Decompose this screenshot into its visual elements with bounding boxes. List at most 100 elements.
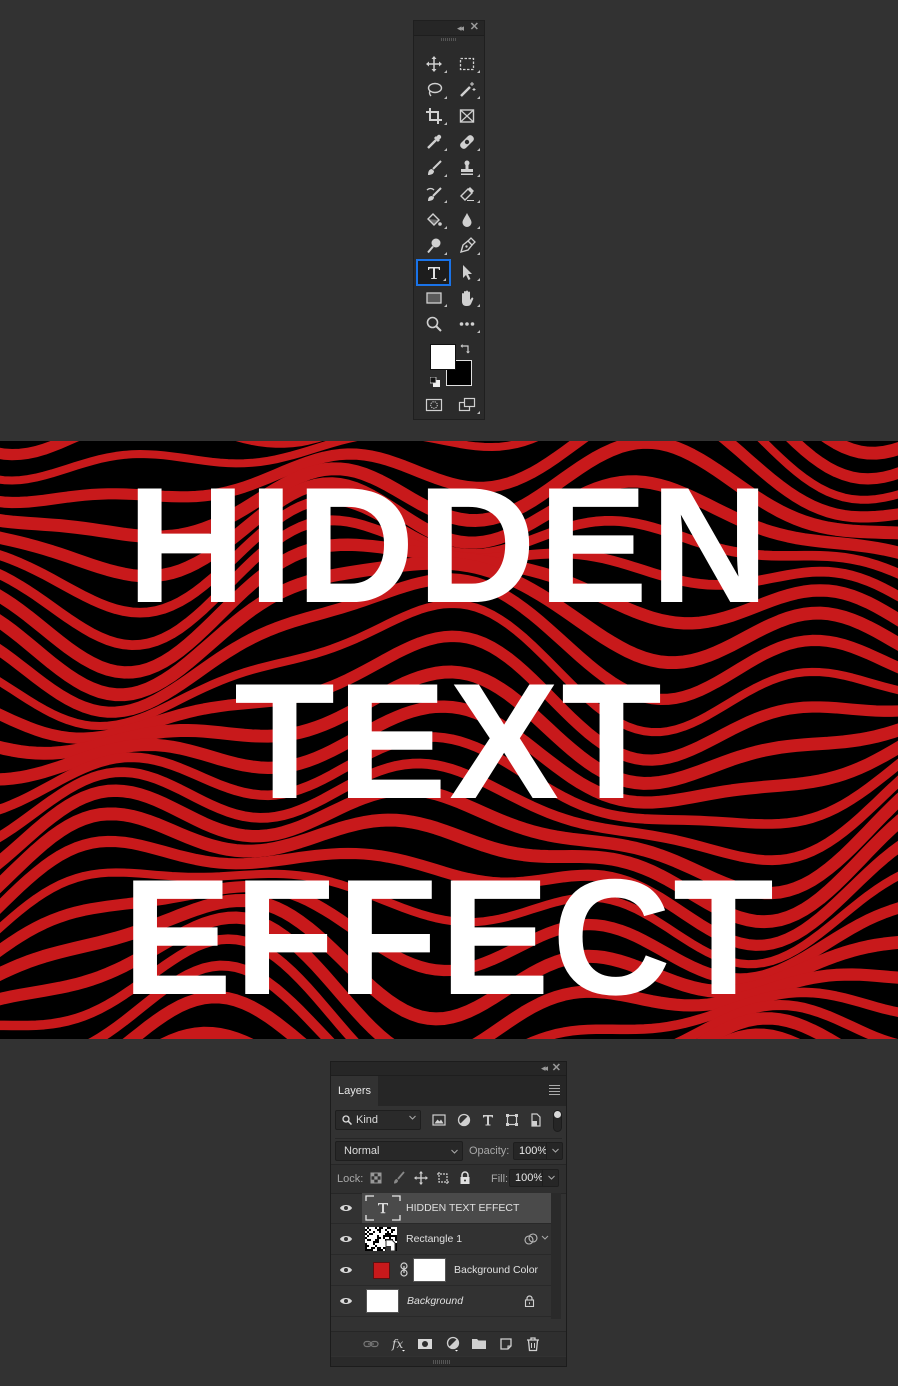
shape-filter-icon[interactable]: [504, 1112, 520, 1128]
panel-menu-icon[interactable]: [549, 1085, 560, 1095]
blend-mode-select[interactable]: Normal: [335, 1141, 463, 1161]
fx-icon[interactable]: fx: [391, 1336, 407, 1352]
submenu-indicator: [444, 148, 447, 151]
visibility-toggle[interactable]: [331, 1224, 361, 1254]
lock-transparent-pixels-icon[interactable]: [369, 1171, 383, 1185]
path-selection-tool[interactable]: [451, 260, 483, 284]
brush-tool[interactable]: [418, 156, 450, 180]
layers-scrollbar[interactable]: [551, 1193, 561, 1319]
lock-icon: [524, 1295, 535, 1307]
submenu-indicator: [444, 96, 447, 99]
zoom-tool[interactable]: [418, 312, 450, 336]
frame-tool[interactable]: [451, 104, 483, 128]
lasso-tool[interactable]: [418, 78, 450, 102]
visibility-toggle[interactable]: [331, 1286, 361, 1316]
type-tool[interactable]: [416, 259, 451, 286]
lock-image-pixels-icon[interactable]: [392, 1171, 406, 1185]
field-divider: [542, 1170, 543, 1186]
layer-main[interactable]: Background: [362, 1286, 551, 1316]
submenu-indicator: [477, 252, 480, 255]
layer-row-fill[interactable]: Background Color: [331, 1255, 551, 1286]
tab-layers[interactable]: Layers: [331, 1076, 378, 1106]
text-layer-thumbnail: [365, 1195, 401, 1221]
hand-tool[interactable]: [451, 286, 483, 310]
pixel-filter-icon[interactable]: [431, 1112, 447, 1128]
move-tool[interactable]: [418, 52, 450, 76]
lock-position-icon[interactable]: [414, 1171, 428, 1185]
eraser-tool[interactable]: [451, 182, 483, 206]
drag-grip[interactable]: [441, 38, 457, 41]
history-brush-icon: [426, 187, 442, 201]
lasso-icon: [427, 82, 443, 97]
marquee-icon: [459, 57, 475, 71]
lock-all-icon[interactable]: [458, 1171, 472, 1185]
close-icon[interactable]: ✕: [552, 1062, 561, 1074]
layer-effects-icon[interactable]: [524, 1232, 538, 1246]
edit-toolbar[interactable]: [451, 312, 483, 336]
rectangular-marquee-tool[interactable]: [451, 52, 483, 76]
clone-stamp-tool[interactable]: [451, 156, 483, 180]
close-icon[interactable]: ✕: [470, 21, 479, 34]
filter-kind-select[interactable]: Kind: [335, 1110, 421, 1130]
layer-main[interactable]: HIDDEN TEXT EFFECT: [362, 1193, 551, 1223]
layers-footer: fx: [331, 1331, 566, 1356]
screen-mode-icon: [458, 397, 476, 412]
layer-mask-thumbnail[interactable]: [413, 1258, 446, 1282]
smart-object-filter-icon[interactable]: [528, 1112, 544, 1128]
eyedropper-tool[interactable]: [418, 130, 450, 154]
screen-mode-button[interactable]: [451, 393, 483, 417]
pen-icon: [459, 237, 476, 254]
panel-resize-grip[interactable]: [331, 1357, 566, 1366]
lock-artboard-icon[interactable]: [436, 1171, 450, 1185]
hand-icon: [462, 290, 474, 306]
visibility-toggle[interactable]: [331, 1193, 361, 1223]
layer-main[interactable]: Rectangle 1: [362, 1224, 551, 1254]
swap-colors-icon[interactable]: [460, 343, 472, 355]
layer-name: Rectangle 1: [406, 1233, 463, 1245]
crop-tool[interactable]: [418, 104, 450, 128]
filter-toggle[interactable]: [553, 1110, 562, 1132]
adjustment-layer-icon[interactable]: [445, 1336, 461, 1352]
submenu-indicator: [444, 174, 447, 177]
fill-color-swatch[interactable]: [373, 1262, 390, 1279]
collapse-icon[interactable]: ◂◂: [457, 22, 464, 34]
layer-row-background[interactable]: Background: [331, 1286, 551, 1317]
chevron-down-icon[interactable]: [541, 1235, 549, 1241]
paint-bucket-tool[interactable]: [418, 208, 450, 232]
opacity-field[interactable]: 100%: [513, 1142, 563, 1160]
new-layer-icon[interactable]: [498, 1336, 514, 1352]
rectangle-icon: [426, 292, 442, 304]
document-canvas[interactable]: HIDDEN TEXT EFFECT: [0, 441, 898, 1039]
link-icon[interactable]: [400, 1262, 408, 1277]
tools-panel-header: ◂◂ ✕: [414, 21, 484, 36]
healing-brush-tool[interactable]: [451, 130, 483, 154]
dodge-tool[interactable]: [418, 234, 450, 258]
quick-mask-button[interactable]: [418, 393, 450, 417]
blur-tool[interactable]: [451, 208, 483, 232]
link-layers-icon[interactable]: [363, 1336, 379, 1352]
type-filter-icon[interactable]: [480, 1112, 496, 1128]
layer-main[interactable]: Background Color: [362, 1255, 551, 1285]
visibility-toggle[interactable]: [331, 1255, 361, 1285]
chevron-down-icon[interactable]: [552, 1147, 559, 1154]
submenu-indicator: [477, 70, 480, 73]
new-group-icon[interactable]: [471, 1336, 487, 1352]
fill-field[interactable]: 100%: [509, 1169, 559, 1187]
trash-icon[interactable]: [525, 1336, 541, 1352]
add-mask-icon[interactable]: [417, 1336, 433, 1352]
layer-row-text[interactable]: HIDDEN TEXT EFFECT: [331, 1193, 551, 1224]
magic-wand-tool[interactable]: [451, 78, 483, 102]
layer-list: HIDDEN TEXT EFFECT Rectangle 1 Backgroun…: [331, 1193, 566, 1319]
canvas-text-line-3: EFFECT: [122, 845, 776, 1029]
adjustment-filter-icon[interactable]: [456, 1112, 472, 1128]
rectangle-tool[interactable]: [418, 286, 450, 310]
history-brush-tool[interactable]: [418, 182, 450, 206]
layer-row-smart-object[interactable]: Rectangle 1: [331, 1224, 551, 1255]
pen-tool[interactable]: [451, 234, 483, 258]
drop-icon: [462, 213, 472, 227]
default-colors-icon[interactable]: [430, 377, 440, 387]
foreground-color-swatch[interactable]: [430, 344, 456, 370]
collapse-icon[interactable]: ◂◂: [541, 1062, 548, 1074]
eye-icon: [340, 1298, 352, 1304]
chevron-down-icon[interactable]: [548, 1174, 555, 1181]
